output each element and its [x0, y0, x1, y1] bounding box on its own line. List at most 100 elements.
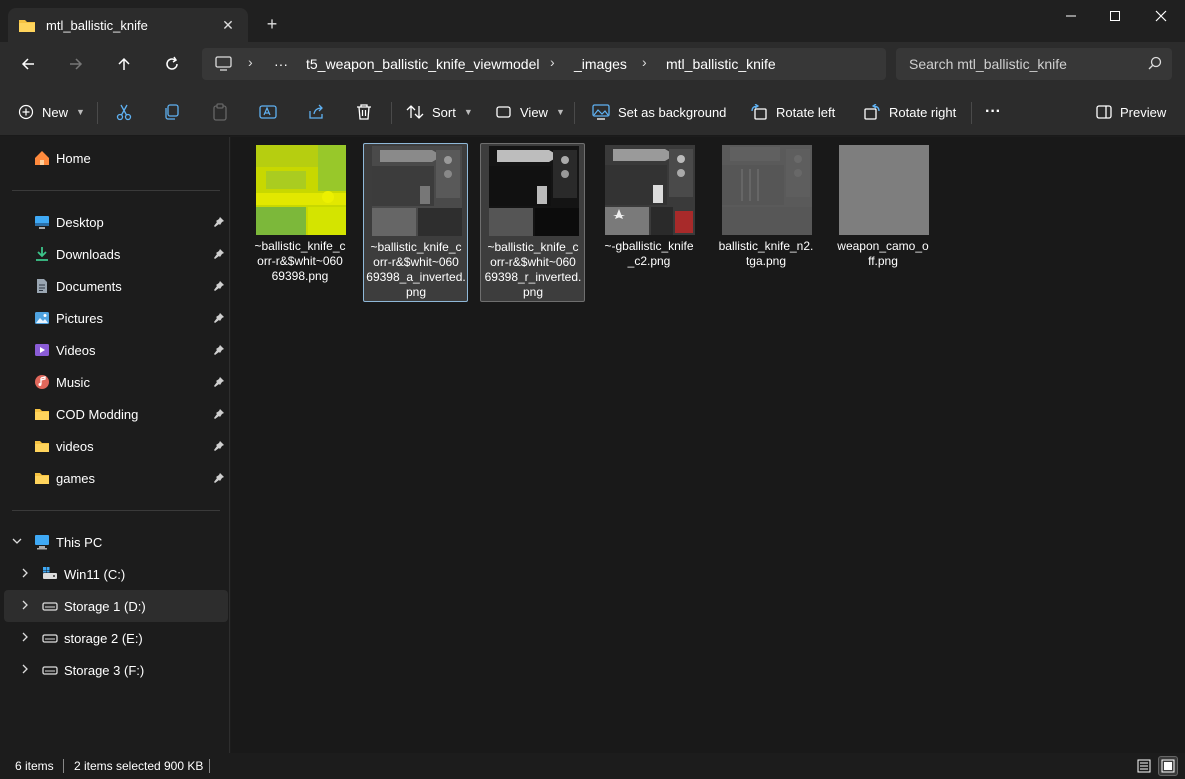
drive-icon	[42, 666, 58, 675]
address-bar[interactable]: › ··· t5_weapon_ballistic_knife_viewmode…	[202, 48, 886, 80]
close-tab-icon[interactable]: ✕	[218, 15, 238, 35]
sidebar-item-cod-modding[interactable]: COD Modding	[0, 398, 228, 430]
paste-button[interactable]	[211, 100, 229, 124]
sidebar-item-videos[interactable]: Videos	[0, 334, 228, 366]
sidebar-item-this-pc[interactable]: This PC	[0, 526, 228, 558]
refresh-button[interactable]	[156, 50, 188, 78]
sidebar-item-drive[interactable]: Win11 (C:)	[0, 558, 228, 590]
chevron-right-icon: ›	[550, 54, 555, 70]
sidebar-item-label: Pictures	[56, 310, 103, 326]
maximize-button[interactable]	[1092, 0, 1138, 32]
selection-size: 900 KB	[164, 759, 204, 773]
file-item[interactable]: ~-gballistic_knife _c2.png	[597, 143, 702, 302]
chevron-down-icon: ▼	[463, 107, 473, 117]
view-button[interactable]: View ▼	[496, 100, 565, 124]
sidebar-item-label: This PC	[56, 534, 103, 550]
pin-icon[interactable]	[213, 376, 225, 388]
sidebar-item-label: Desktop	[56, 214, 104, 230]
new-tab-button[interactable]: +	[262, 14, 282, 34]
sidebar-item-games[interactable]: games	[0, 462, 228, 494]
chevron-right-icon[interactable]	[20, 664, 30, 677]
delete-button[interactable]	[355, 100, 373, 124]
arrow-up-icon	[118, 57, 130, 70]
rotate-right-button[interactable]: Rotate right	[863, 100, 956, 124]
file-item[interactable]: weapon_camo_o ff.png	[831, 143, 936, 302]
pin-icon[interactable]	[213, 216, 225, 228]
sidebar-item-label: Win11 (C:)	[64, 566, 126, 582]
file-name-line: 69398.png	[271, 269, 329, 283]
file-item[interactable]: ~ballistic_knife_c orr-r&$whit~060 69398…	[363, 143, 468, 302]
forward-button[interactable]	[60, 50, 92, 78]
sidebar-item-label: storage 2 (E:)	[64, 630, 143, 646]
sort-button[interactable]: Sort ▼	[406, 100, 473, 124]
breadcrumb-overflow[interactable]: ···	[274, 56, 288, 72]
wallpaper-icon	[592, 104, 610, 120]
chevron-right-icon: ›	[248, 54, 253, 70]
file-item[interactable]: ~ballistic_knife_c orr-r&$whit~060 69398…	[248, 143, 353, 302]
set-as-background-button[interactable]: Set as background	[592, 100, 726, 124]
sort-label: Sort	[432, 104, 456, 120]
preview-label: Preview	[1120, 104, 1167, 120]
pin-icon[interactable]	[213, 312, 225, 324]
pictures-icon	[35, 312, 49, 324]
chevron-right-icon[interactable]	[20, 600, 30, 613]
file-name: ~ballistic_knife_c orr-r&$whit~060 69398…	[483, 240, 583, 300]
selection-count: 2 items selected	[74, 759, 161, 773]
sidebar-item-desktop[interactable]: Desktop	[0, 206, 228, 238]
pin-icon[interactable]	[213, 408, 225, 420]
divider	[63, 759, 64, 773]
sidebar-item-videos[interactable]: videos	[0, 430, 228, 462]
more-options-button[interactable]: ···	[985, 100, 1001, 124]
file-name-line: tga.png	[745, 254, 787, 268]
file-name-line: orr-r&$whit~060	[490, 255, 576, 269]
file-item[interactable]: ballistic_knife_n2. tga.png	[714, 143, 819, 302]
file-name: ballistic_knife_n2. tga.png	[716, 239, 816, 269]
sidebar-item-home[interactable]: Home	[0, 142, 228, 174]
close-window-button[interactable]	[1138, 0, 1184, 32]
back-button[interactable]	[12, 50, 44, 78]
download-icon	[36, 247, 48, 261]
details-view-button[interactable]	[1134, 756, 1154, 776]
preview-pane-icon	[1096, 105, 1112, 119]
search-input[interactable]: Search mtl_ballistic_knife	[896, 48, 1172, 80]
pin-icon[interactable]	[213, 472, 225, 484]
new-button[interactable]: New ▼	[18, 100, 85, 124]
sidebar-item-documents[interactable]: Documents	[0, 270, 228, 302]
preview-button[interactable]: Preview	[1096, 100, 1166, 124]
sort-icon	[406, 105, 424, 119]
divider	[971, 102, 972, 124]
trash-icon	[357, 104, 371, 120]
chevron-right-icon[interactable]	[20, 568, 30, 581]
file-name-line: orr-r&$whit~060	[373, 255, 459, 269]
file-name-line: orr-r&$whit~060	[257, 254, 343, 268]
chevron-down-icon[interactable]	[12, 536, 22, 549]
sidebar-item-pictures[interactable]: Pictures	[0, 302, 228, 334]
copy-button[interactable]	[163, 100, 181, 124]
file-item[interactable]: ~ballistic_knife_c orr-r&$whit~060 69398…	[480, 143, 585, 302]
sidebar-item-music[interactable]: Music	[0, 366, 228, 398]
breadcrumb-item[interactable]: _images	[574, 56, 627, 72]
sidebar-item-downloads[interactable]: Downloads	[0, 238, 228, 270]
breadcrumb-item[interactable]: t5_weapon_ballistic_knife_viewmodel	[306, 56, 539, 72]
sidebar-item-drive[interactable]: Storage 3 (F:)	[0, 654, 228, 686]
breadcrumb-item[interactable]: mtl_ballistic_knife	[666, 56, 776, 72]
rename-button[interactable]	[259, 100, 277, 124]
rotate-left-button[interactable]: Rotate left	[750, 100, 835, 124]
cut-button[interactable]	[115, 100, 133, 124]
folder-icon	[19, 19, 35, 32]
up-button[interactable]	[108, 50, 140, 78]
chevron-right-icon[interactable]	[20, 632, 30, 645]
minimize-button[interactable]	[1048, 0, 1094, 32]
large-icons-view-button[interactable]	[1158, 756, 1178, 776]
share-button[interactable]	[307, 100, 325, 124]
active-tab[interactable]: mtl_ballistic_knife ✕	[8, 8, 248, 42]
pin-icon[interactable]	[213, 248, 225, 260]
computer-icon	[35, 535, 49, 550]
share-icon	[309, 104, 323, 119]
sidebar-item-drive[interactable]: Storage 1 (D:)	[4, 590, 228, 622]
pin-icon[interactable]	[213, 440, 225, 452]
sidebar-item-drive[interactable]: storage 2 (E:)	[0, 622, 228, 654]
file-name-line: _c2.png	[627, 254, 671, 268]
pin-icon[interactable]	[213, 344, 225, 356]
pin-icon[interactable]	[213, 280, 225, 292]
